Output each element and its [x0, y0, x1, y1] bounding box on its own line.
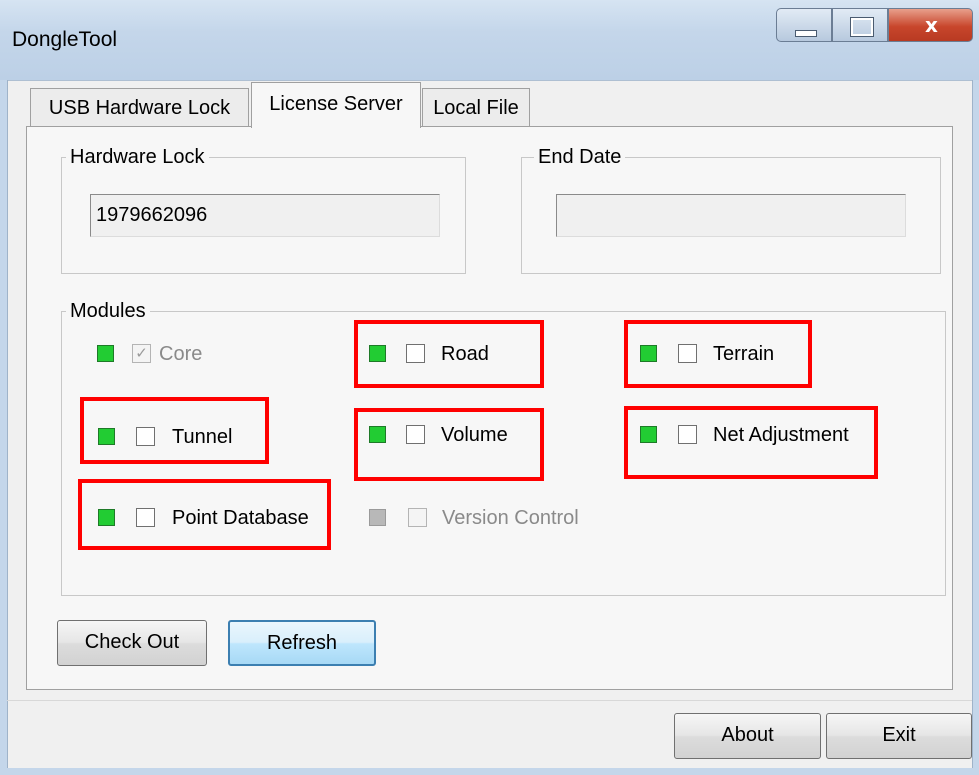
version-control-label: Version Control [442, 507, 579, 529]
highlight-net-adjustment [624, 406, 878, 479]
version-control-status-led [369, 509, 386, 526]
core-checkbox[interactable]: ✓ [132, 344, 151, 363]
highlight-terrain [624, 320, 812, 388]
highlight-road [354, 320, 544, 388]
highlight-volume [354, 408, 544, 481]
version-control-checkbox[interactable] [408, 508, 427, 527]
highlight-point-database [78, 479, 331, 550]
dongletool-window: DongleTool x USB Hardware Lock License S… [0, 0, 979, 775]
check-out-button[interactable]: Check Out [57, 620, 207, 666]
core-status-led [97, 345, 114, 362]
highlight-tunnel [80, 397, 269, 464]
refresh-button[interactable]: Refresh [228, 620, 376, 666]
core-label: Core [159, 343, 203, 365]
